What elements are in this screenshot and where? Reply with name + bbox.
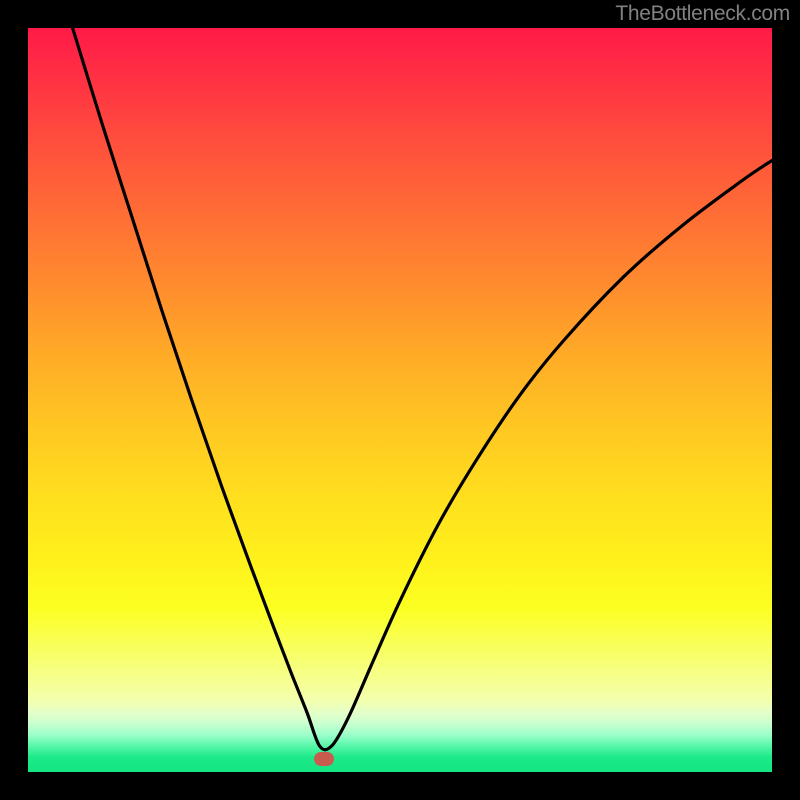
bottleneck-curve [28,28,772,772]
watermark-text: TheBottleneck.com [615,2,790,26]
plot-area [28,28,772,772]
optimal-point-marker [314,752,334,766]
chart-frame: TheBottleneck.com [0,0,800,800]
